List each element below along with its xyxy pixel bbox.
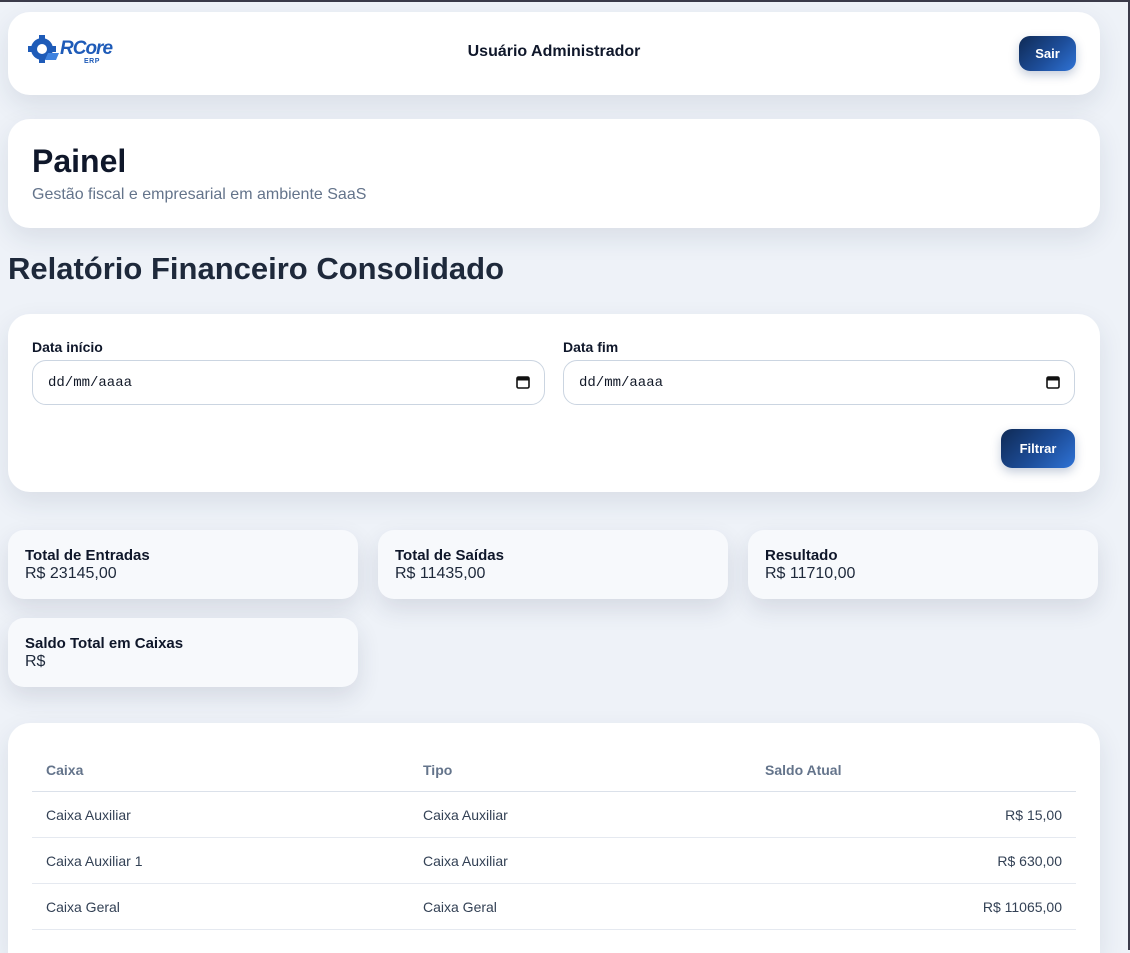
page-subtitle: Gestão fiscal e empresarial em ambiente … [32, 186, 367, 203]
column-header-caixa[interactable]: Caixa [46, 762, 83, 778]
column-header-saldo[interactable]: Saldo Atual [765, 762, 842, 778]
cell-tipo: Caixa Geral [423, 899, 497, 915]
filter-card: Data início dd/mm/aaaa Data fim dd/mm/aa… [8, 314, 1100, 492]
column-header-tipo[interactable]: Tipo [423, 762, 452, 778]
cell-tipo: Caixa Auxiliar [423, 807, 508, 823]
page-title: Painel [32, 143, 127, 179]
filter-button[interactable]: Filtrar [1001, 429, 1075, 468]
summary-label: Total de Entradas [25, 547, 150, 564]
summary-label: Resultado [765, 547, 838, 564]
total-entradas-card: Total de Entradas R$ 23145,00 [8, 530, 358, 599]
summary-label: Saldo Total em Caixas [25, 635, 184, 652]
calendar-icon[interactable] [516, 375, 530, 389]
cell-saldo: R$ 11065,00 [982, 899, 1062, 915]
start-date-label: Data início [32, 339, 103, 355]
cell-tipo: Caixa Auxiliar [423, 853, 508, 869]
start-date-value: dd/mm/aaaa [48, 375, 133, 391]
cell-caixa: Caixa Auxiliar [46, 807, 131, 823]
start-date-input[interactable]: dd/mm/aaaa [32, 360, 545, 405]
resultado-card: Resultado R$ 11710,00 [748, 530, 1098, 599]
top-header: RCore ERP Usuário Administrador Sair [8, 12, 1100, 95]
summary-label: Total de Saídas [395, 547, 504, 564]
caixas-table: Caixa Tipo Saldo Atual Caixa Auxiliar Ca… [32, 753, 1076, 930]
cell-saldo: R$ 15,00 [1005, 807, 1062, 823]
end-date-value: dd/mm/aaaa [579, 375, 664, 391]
table-row[interactable]: Caixa Auxiliar Caixa Auxiliar R$ 15,00 [32, 792, 1076, 838]
report-title: Relatório Financeiro Consolidado [8, 251, 505, 286]
logout-button[interactable]: Sair [1019, 36, 1076, 71]
summary-value: R$ 11710,00 [765, 565, 856, 582]
table-header-row: Caixa Tipo Saldo Atual [32, 753, 1076, 792]
cell-saldo: R$ 630,00 [997, 853, 1062, 869]
summary-value: R$ 23145,00 [25, 565, 117, 582]
calendar-icon[interactable] [1046, 375, 1060, 389]
summary-value: R$ 11435,00 [395, 565, 486, 582]
summary-value: R$ [25, 653, 46, 670]
cell-caixa: Caixa Auxiliar 1 [46, 853, 143, 869]
saldo-total-card: Saldo Total em Caixas R$ [8, 618, 358, 687]
end-date-input[interactable]: dd/mm/aaaa [563, 360, 1075, 405]
cell-caixa: Caixa Geral [46, 899, 120, 915]
page-title-card: Painel Gestão fiscal e empresarial em am… [8, 119, 1100, 228]
end-date-label: Data fim [563, 339, 619, 355]
total-saidas-card: Total de Saídas R$ 11435,00 [378, 530, 728, 599]
user-name: Usuário Administrador [467, 43, 641, 60]
table-row[interactable]: Caixa Auxiliar 1 Caixa Auxiliar R$ 630,0… [32, 838, 1076, 884]
caixas-table-card: Caixa Tipo Saldo Atual Caixa Auxiliar Ca… [8, 723, 1100, 953]
table-row[interactable]: Caixa Geral Caixa Geral R$ 11065,00 [32, 884, 1076, 930]
